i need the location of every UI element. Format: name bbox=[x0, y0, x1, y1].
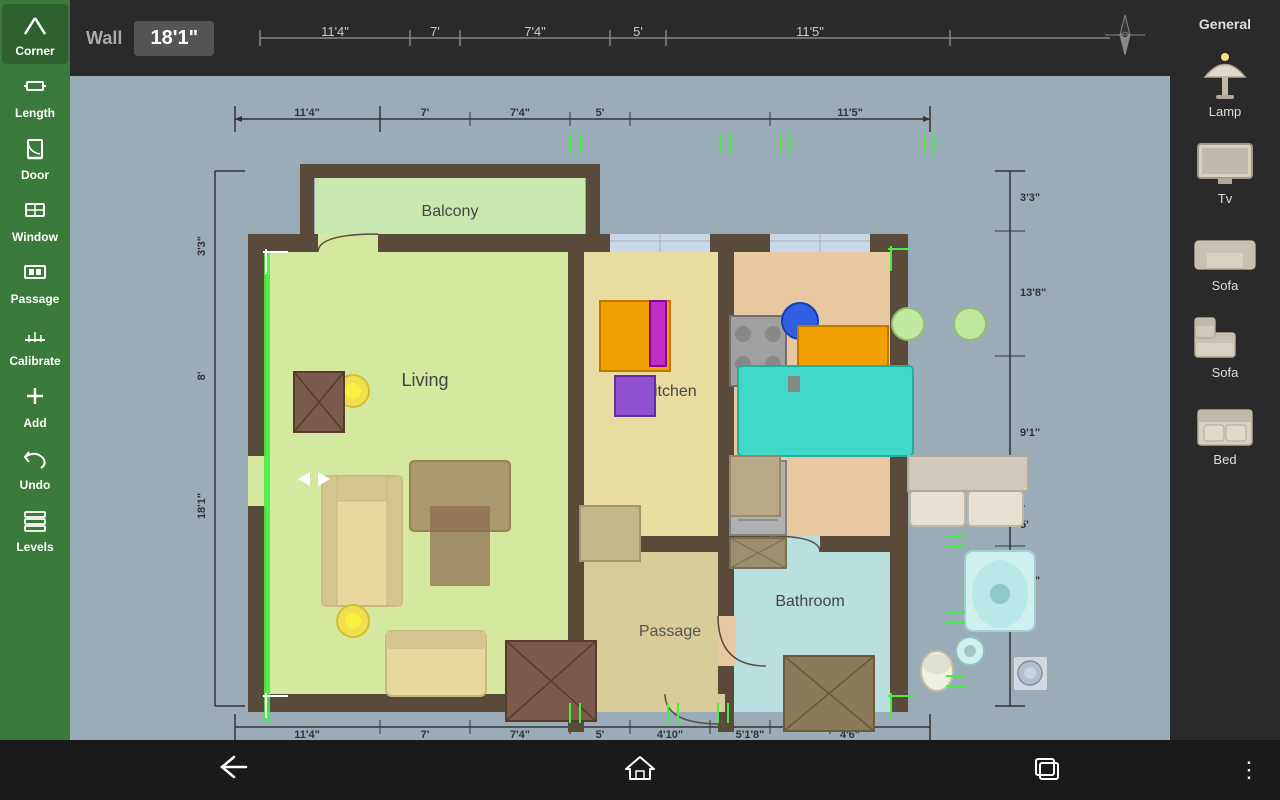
bathroom-label: Bathroom bbox=[775, 593, 844, 610]
wall-label: Wall bbox=[86, 28, 122, 49]
corner-icon bbox=[21, 10, 49, 42]
tool-undo[interactable]: Undo bbox=[2, 438, 68, 498]
right-panel: General Lamp Tv bbox=[1170, 0, 1280, 740]
undo-icon bbox=[21, 444, 49, 476]
tv-icon bbox=[1185, 131, 1265, 191]
recents-button[interactable] bbox=[1012, 745, 1080, 796]
passage-label: Passage bbox=[11, 292, 60, 306]
general-label: General bbox=[1199, 8, 1251, 36]
tool-door[interactable]: Door bbox=[2, 128, 68, 188]
passage-icon bbox=[21, 258, 49, 290]
levels-label: Levels bbox=[16, 540, 53, 554]
svg-text:11'4": 11'4" bbox=[294, 107, 320, 119]
add-icon bbox=[21, 382, 49, 414]
sofa1-icon bbox=[1185, 218, 1265, 278]
svg-text:11'5": 11'5" bbox=[796, 24, 824, 39]
svg-text:7'4": 7'4" bbox=[510, 729, 530, 740]
bottom-bar: ⋮ bbox=[0, 740, 1280, 800]
svg-text:9'1": 9'1" bbox=[1020, 427, 1040, 439]
door-icon bbox=[21, 134, 49, 166]
furniture-sofa1[interactable]: Sofa bbox=[1175, 214, 1275, 297]
svg-text:7'4": 7'4" bbox=[524, 24, 546, 39]
tv-label: Tv bbox=[1218, 191, 1232, 206]
top-bar: Wall 18'1" 11'4" 7' 7'4" 5' 11'5" bbox=[70, 0, 1170, 76]
left-toolbar: Corner Length Door bbox=[0, 0, 70, 740]
svg-text:7': 7' bbox=[421, 729, 430, 740]
svg-text:Balcony: Balcony bbox=[422, 203, 479, 220]
bed-icon bbox=[1185, 392, 1265, 452]
svg-text:11'5": 11'5" bbox=[837, 107, 863, 119]
svg-text:13'8": 13'8" bbox=[1020, 287, 1046, 299]
calibrate-icon bbox=[21, 320, 49, 352]
svg-text:18'1": 18'1" bbox=[196, 493, 208, 519]
furniture-tv[interactable]: Tv bbox=[1175, 127, 1275, 210]
canvas-area[interactable]: 11'4" 7' 7'4" 5' 11'5" 3'3" 8' 18'1" 3'3… bbox=[70, 76, 1170, 740]
tool-window[interactable]: Window bbox=[2, 190, 68, 250]
tool-passage[interactable]: Passage bbox=[2, 252, 68, 312]
compass bbox=[1100, 10, 1150, 60]
floorplan: 11'4" 7' 7'4" 5' 11'5" 3'3" 8' 18'1" 3'3… bbox=[70, 76, 1170, 740]
svg-text:8': 8' bbox=[196, 371, 208, 380]
tool-corner[interactable]: Corner bbox=[2, 4, 68, 64]
door-label: Door bbox=[21, 168, 49, 182]
svg-text:5': 5' bbox=[596, 729, 605, 740]
tool-add[interactable]: Add bbox=[2, 376, 68, 436]
lamp-icon bbox=[1185, 44, 1265, 104]
svg-text:7'4": 7'4" bbox=[510, 107, 530, 119]
add-label: Add bbox=[23, 416, 46, 430]
living-label: Living bbox=[401, 370, 448, 390]
svg-text:11'4": 11'4" bbox=[294, 729, 320, 740]
more-button[interactable]: ⋮ bbox=[1238, 757, 1260, 783]
svg-text:7': 7' bbox=[430, 24, 440, 39]
levels-icon bbox=[21, 506, 49, 538]
back-button[interactable] bbox=[200, 745, 268, 796]
window-icon bbox=[21, 196, 49, 228]
svg-text:5'1'8": 5'1'8" bbox=[736, 729, 765, 740]
passage-label: Passage bbox=[639, 623, 701, 640]
home-button[interactable] bbox=[606, 745, 674, 796]
tool-length[interactable]: Length bbox=[2, 66, 68, 126]
lamp-label: Lamp bbox=[1209, 104, 1242, 119]
sofa1-label: Sofa bbox=[1212, 278, 1239, 293]
furniture-bed[interactable]: Bed bbox=[1175, 388, 1275, 471]
wall-value: 18'1" bbox=[134, 21, 214, 56]
svg-text:5': 5' bbox=[596, 107, 605, 119]
bed-label: Bed bbox=[1213, 452, 1236, 467]
length-label: Length bbox=[15, 106, 55, 120]
length-icon bbox=[21, 72, 49, 104]
svg-text:3'3": 3'3" bbox=[1020, 192, 1040, 204]
svg-text:3'3": 3'3" bbox=[196, 236, 208, 256]
sofa2-label: Sofa bbox=[1212, 365, 1239, 380]
furniture-lamp[interactable]: Lamp bbox=[1175, 40, 1275, 123]
svg-text:7': 7' bbox=[421, 107, 430, 119]
tool-calibrate[interactable]: Calibrate bbox=[2, 314, 68, 374]
svg-text:5': 5' bbox=[633, 24, 643, 39]
furniture-sofa2[interactable]: Sofa bbox=[1175, 301, 1275, 384]
svg-text:4'10": 4'10" bbox=[657, 729, 683, 740]
undo-label: Undo bbox=[20, 478, 51, 492]
sofa2-icon bbox=[1185, 305, 1265, 365]
tool-levels[interactable]: Levels bbox=[2, 500, 68, 560]
svg-text:11'4": 11'4" bbox=[321, 24, 349, 39]
window-label: Window bbox=[12, 230, 58, 244]
corner-label: Corner bbox=[15, 44, 54, 58]
calibrate-label: Calibrate bbox=[9, 354, 60, 368]
